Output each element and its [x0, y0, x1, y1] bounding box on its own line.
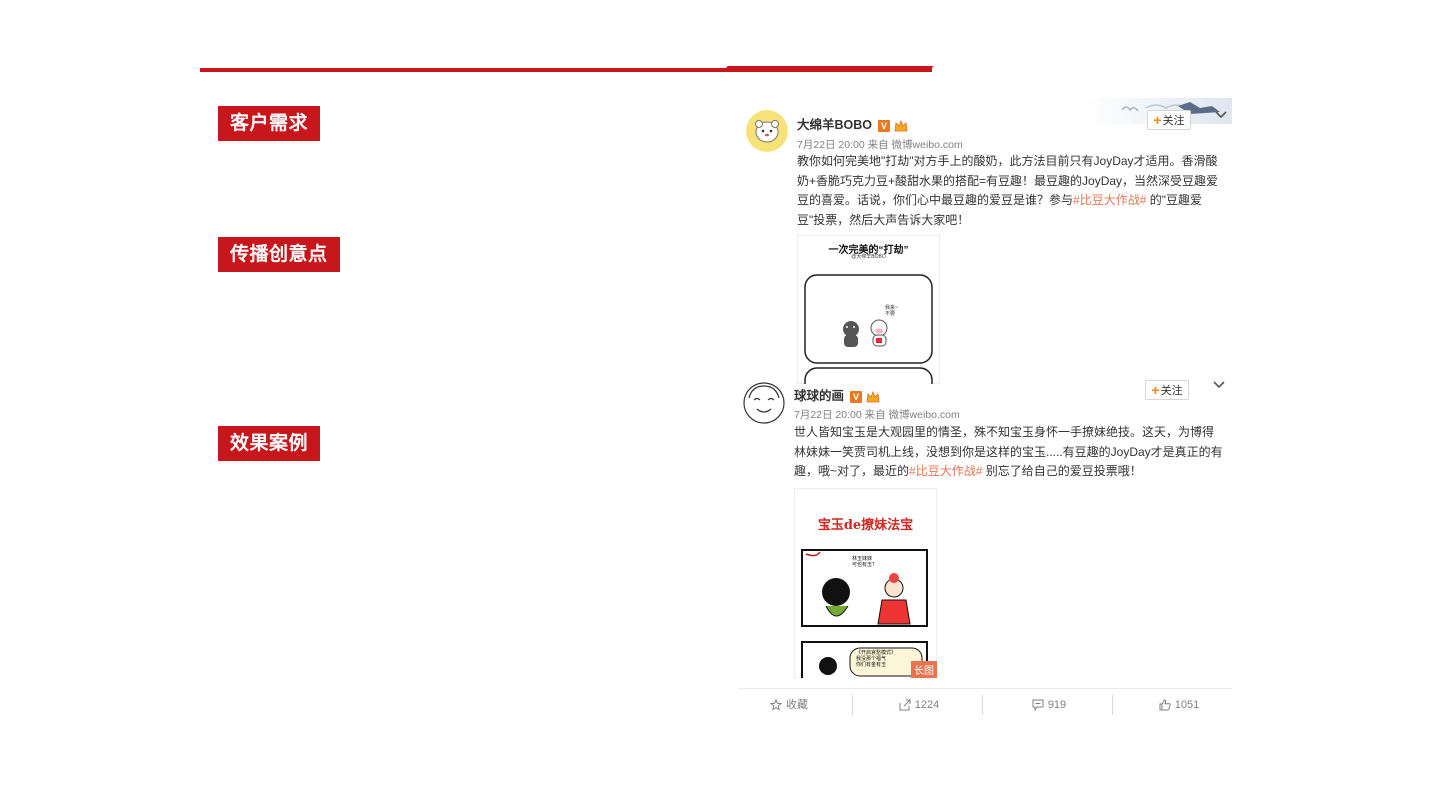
- post-content: 世人皆知宝玉是大观园里的情圣，殊不知宝玉身怀一手撩妹绝技。这天，为博得林妹妹一笑…: [794, 423, 1224, 482]
- username[interactable]: 大绵羊BOBO V: [797, 114, 908, 133]
- post-meta: 7月22日 20:00 来自 微博weibo.com: [794, 409, 960, 421]
- post-content: 教你如何完美地"打劫"对方手上的酸奶，此方法目前只有JoyDay才适用。香滑酸奶…: [797, 152, 1222, 230]
- hashtag-link[interactable]: #比豆大作战#: [1073, 193, 1146, 207]
- username-text[interactable]: 球球的画: [794, 389, 844, 403]
- username[interactable]: 球球的画 V: [794, 385, 880, 404]
- comic-subtitle: @大绵羊BOBO: [851, 254, 886, 260]
- like-count: 1051: [1174, 699, 1200, 711]
- username-text[interactable]: 大绵羊BOBO: [797, 118, 872, 132]
- follow-label: 关注: [1162, 115, 1185, 127]
- title-underline: [200, 68, 932, 72]
- repost-count: 1224: [914, 699, 940, 711]
- follow-label: 关注: [1160, 385, 1183, 397]
- avatar[interactable]: [746, 110, 788, 152]
- comic-speech: 《开启哀愁模式》 我没那个福气 你们有金有玉: [856, 650, 897, 668]
- comic-title: 宝玉de撩妹法宝: [817, 518, 914, 533]
- star-icon: [769, 698, 783, 711]
- thumbs-up-icon: [1159, 699, 1171, 711]
- comic-speech: 林玉妹妹 可也有玉？: [852, 556, 878, 568]
- comment-icon: [1032, 699, 1044, 712]
- section-tag-requirement: 客户需求: [218, 106, 321, 141]
- chevron-down-icon[interactable]: [1214, 110, 1228, 120]
- weibo-post-2: 球球的画 V 7月22日 20:00 来自 微博weibo.com +关注 世人皆…: [740, 372, 1232, 678]
- post-image[interactable]: 宝玉de撩妹法宝 林玉妹妹 可也有玉？ 《开启哀愁模式》 我没那个福气 你们有金…: [794, 488, 937, 678]
- title-underline-accent: [726, 66, 934, 68]
- action-divider: [1112, 695, 1113, 715]
- weibo-post-1: 大绵羊BOBO V 7月22日 20:00 来自 微博weibo.com +关注 …: [740, 100, 1232, 384]
- comic-speech: 我来~ 不要: [885, 305, 898, 317]
- follow-button[interactable]: +关注: [1145, 380, 1189, 400]
- avatar[interactable]: [743, 382, 785, 424]
- chevron-down-icon[interactable]: [1212, 380, 1226, 390]
- post-text-tail: 别忘了给自己的爱豆投票哦！: [982, 464, 1142, 478]
- section-tag-cases: 效果案例: [218, 426, 321, 461]
- comment-count: 919: [1047, 699, 1067, 711]
- action-divider: [982, 695, 983, 715]
- vip-crown-icon: [866, 390, 880, 403]
- follow-button[interactable]: +关注: [1147, 110, 1191, 130]
- like-button[interactable]: 1051: [1128, 689, 1230, 723]
- comment-button[interactable]: 919: [998, 689, 1100, 723]
- hashtag-link[interactable]: #比豆大作战#: [909, 464, 982, 478]
- post-action-bar: 收藏 1224 919 1051: [738, 688, 1232, 723]
- repost-button[interactable]: 1224: [868, 689, 970, 723]
- favorite-label: 收藏: [786, 699, 808, 711]
- favorite-button[interactable]: 收藏: [738, 689, 840, 723]
- long-image-badge: 长图: [911, 661, 937, 678]
- plus-icon: +: [1151, 382, 1160, 398]
- verified-icon: V: [878, 119, 891, 132]
- section-tag-creative: 传播创意点: [218, 237, 340, 272]
- post-image[interactable]: 一次完美的“打劫” @大绵羊BOBO 我来~ 不要: [797, 235, 940, 384]
- verified-icon: V: [850, 390, 863, 403]
- plus-icon: +: [1153, 112, 1162, 128]
- action-divider: [852, 695, 853, 715]
- post-meta: 7月22日 20:00 来自 微博weibo.com: [797, 139, 963, 151]
- repost-icon: [899, 699, 911, 711]
- vip-crown-icon: [894, 119, 908, 132]
